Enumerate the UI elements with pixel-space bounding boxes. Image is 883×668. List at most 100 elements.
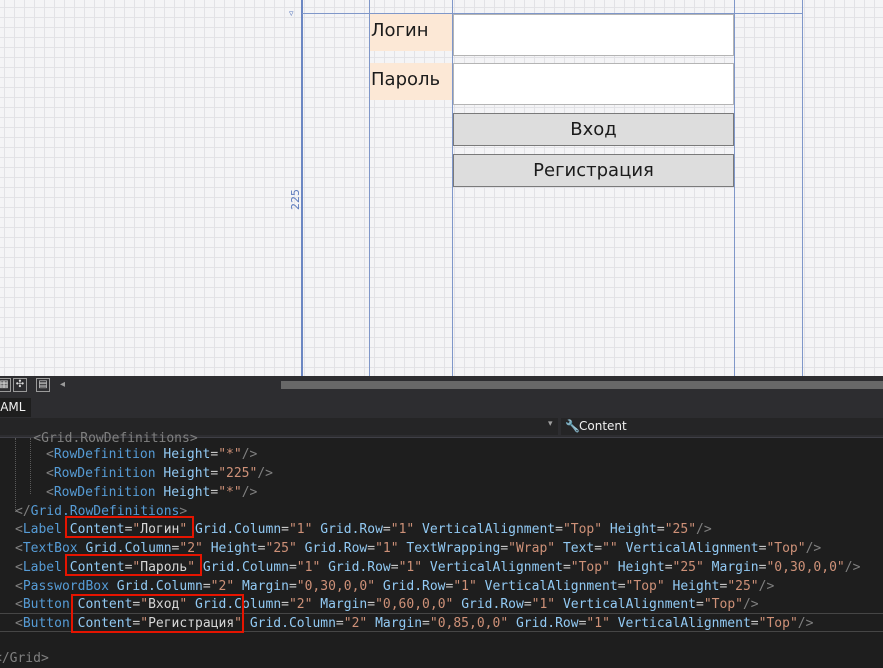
chevron-down-icon[interactable]: ▾ <box>548 419 553 429</box>
code-punct: = <box>562 560 571 575</box>
code-punct: < <box>15 560 23 575</box>
code-quote: " <box>500 616 509 631</box>
code-value: 0,60,0,0 <box>382 597 446 612</box>
code-punct: = <box>288 560 297 575</box>
code-punct: /> <box>742 597 759 612</box>
code-quote: " <box>288 597 297 612</box>
code-quote: " <box>594 522 603 537</box>
code-quote: " <box>429 616 438 631</box>
code-attr: Margin <box>375 616 423 631</box>
code-line: <RowDefinition Height="*"/> <box>46 447 258 462</box>
code-punct: < <box>15 579 23 594</box>
login-textbox[interactable] <box>453 14 734 56</box>
code-punct: /> <box>805 541 822 556</box>
code-quote: " <box>226 579 235 594</box>
password-box[interactable] <box>453 63 734 105</box>
code-value: 1 <box>461 579 469 594</box>
code-punct: = <box>617 579 626 594</box>
code-quote: " <box>547 541 556 556</box>
indent-guide <box>15 438 17 512</box>
scroll-left-icon[interactable]: ◂ <box>60 379 65 390</box>
row-height-indicator: 225 <box>289 189 302 210</box>
login-button[interactable]: Вход <box>453 113 734 146</box>
code-quote: " <box>210 579 219 594</box>
code-quote: " <box>288 522 297 537</box>
code-punct: = <box>367 541 376 556</box>
code-quote: " <box>703 597 712 612</box>
code-quote: " <box>469 579 477 594</box>
code-punct: < <box>15 541 23 556</box>
code-punct: < <box>15 522 23 537</box>
code-attr: VerticalAlignment <box>562 597 697 612</box>
code-quote: " <box>359 616 368 631</box>
row-resize-marker-icon[interactable]: ▿ <box>289 9 294 19</box>
code-quote: " <box>304 522 313 537</box>
code-quote: " <box>696 560 704 575</box>
code-attr: Grid.Column <box>195 522 282 537</box>
code-quote: " <box>296 579 305 594</box>
code-punct: = <box>422 616 430 631</box>
code-punct: = <box>202 579 211 594</box>
code-value: 0,30,0,0 <box>774 560 837 575</box>
code-punct: = <box>656 522 665 537</box>
code-quote: " <box>375 541 383 556</box>
code-quote: " <box>797 541 806 556</box>
login-label[interactable]: Логин <box>370 14 452 51</box>
code-quote: " <box>406 522 415 537</box>
code-punct: = <box>367 597 376 612</box>
code-punct: = <box>281 522 289 537</box>
code-punct: = <box>390 560 399 575</box>
code-quote: " <box>453 579 462 594</box>
code-punct: < <box>15 597 23 612</box>
highlight-box-buttons <box>71 594 244 633</box>
code-value: 0,30,0,0 <box>304 579 368 594</box>
code-punct: = <box>696 597 704 612</box>
code-value: 2 <box>296 597 305 612</box>
tab-xaml[interactable]: XAML <box>0 398 31 417</box>
code-attr: Grid.Row <box>304 541 368 556</box>
code-quote: " <box>664 522 673 537</box>
code-attr: Grid.Column <box>202 560 289 575</box>
code-punct: = <box>382 522 391 537</box>
code-value: Top <box>578 560 603 575</box>
code-quote: " <box>445 597 454 612</box>
code-value: 1 <box>296 522 305 537</box>
code-tag: Button <box>22 597 70 612</box>
code-attr: Height <box>617 560 665 575</box>
xaml-code-editor[interactable]: <Grid.RowDefinitions> <RowDefinition Hei… <box>0 431 883 666</box>
horizontal-scrollbar-thumb[interactable] <box>281 381 883 389</box>
code-quote: " <box>609 541 618 556</box>
snap-icon[interactable]: ✣ <box>13 378 27 392</box>
code-punct: /> <box>758 579 775 594</box>
page-icon[interactable]: ▤ <box>36 378 50 392</box>
code-quote: " <box>508 541 516 556</box>
code-attr: Grid.Row <box>328 560 391 575</box>
code-attr: Grid.Row <box>461 597 524 612</box>
code-attr: Text <box>562 541 595 556</box>
code-value: 25 <box>735 579 751 594</box>
code-quote: " <box>602 541 610 556</box>
code-value: 25 <box>273 541 289 556</box>
code-value: 1 <box>594 616 603 631</box>
code-attr: Height <box>210 541 258 556</box>
code-quote: " <box>367 579 376 594</box>
code-punct: = <box>500 541 509 556</box>
code-attr: Margin <box>241 579 289 594</box>
code-value: Wrap <box>515 541 548 556</box>
code-quote: " <box>562 522 571 537</box>
code-quote: " <box>836 560 845 575</box>
code-attr: VerticalAlignment <box>429 560 563 575</box>
code-quote: " <box>735 597 743 612</box>
member-dropdown[interactable]: 🔧Content <box>561 418 883 435</box>
xaml-designer-surface[interactable]: ▿ 225 Логин Пароль Вход Регистрация <box>0 0 883 376</box>
code-quote: " <box>375 597 383 612</box>
code-quote: " <box>304 597 313 612</box>
register-button[interactable]: Регистрация <box>453 154 734 187</box>
code-attr: Grid.Row <box>320 522 383 537</box>
code-value: 25 <box>672 522 689 537</box>
code-quote: " <box>656 579 665 594</box>
code-attr: VerticalAlignment <box>484 579 618 594</box>
grid-icon[interactable]: ▦ <box>0 378 11 392</box>
password-label[interactable]: Пароль <box>370 63 452 100</box>
grid-column-line <box>301 0 303 376</box>
